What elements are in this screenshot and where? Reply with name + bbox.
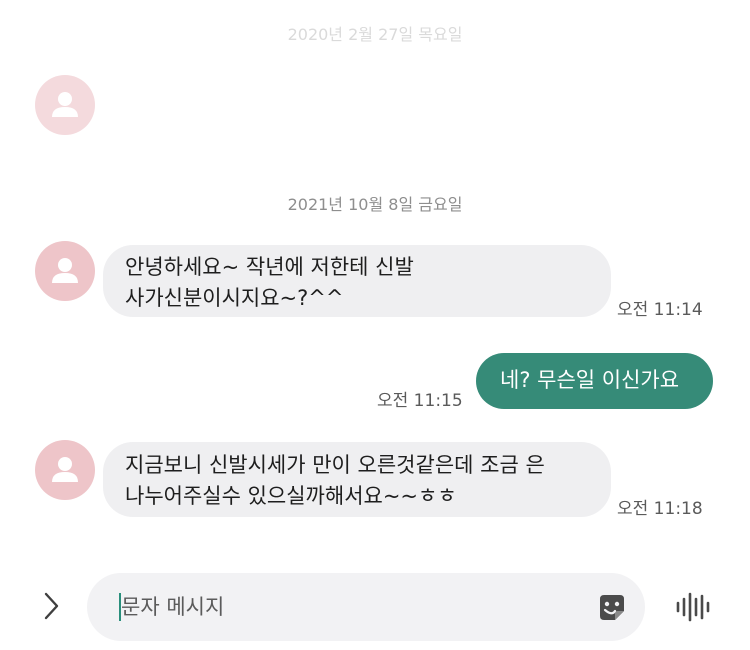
contact-avatar[interactable]	[35, 75, 95, 135]
person-icon	[52, 92, 78, 117]
message-timestamp: 오전 11:14	[617, 300, 703, 320]
contact-avatar[interactable]	[35, 440, 95, 500]
expand-button[interactable]	[36, 588, 66, 628]
message-bubble-incoming[interactable]: 지금보니 신발시세가 만이 오른것같은데 조금 은 나누어주실수 있으실까해서요…	[103, 442, 611, 517]
contact-avatar[interactable]	[35, 241, 95, 301]
person-icon	[52, 258, 78, 283]
message-text-line: 지금보니 신발시세가 만이 오른것같은데 조금 은	[125, 453, 545, 477]
sticker-button[interactable]	[595, 591, 629, 625]
message-text-line: 나누어주실수 있으실까해서요~~ㅎㅎ	[125, 484, 457, 508]
person-icon	[52, 457, 78, 482]
date-separator-2020: 2020년 2월 27일 목요일	[287, 25, 463, 44]
voice-input-button[interactable]	[674, 590, 714, 628]
chevron-right-icon	[44, 592, 59, 620]
message-bubble-outgoing[interactable]: 네? 무슨일 이신가요	[476, 353, 713, 409]
message-timestamp: 오전 11:15	[377, 391, 463, 411]
message-bubble-incoming[interactable]: 안녕하세요~ 작년에 저한테 신발 사가신분이시지요~?^^	[103, 245, 611, 317]
message-text-line: 사가신분이시지요~?^^	[125, 286, 344, 310]
date-separator-2021: 2021년 10월 8일 금요일	[287, 195, 463, 214]
message-timestamp: 오전 11:18	[617, 499, 703, 519]
message-composer	[87, 573, 645, 641]
sticker-icon	[600, 595, 624, 620]
voice-waveform-icon	[676, 592, 710, 622]
message-text-line: 네? 무슨일 이신가요	[500, 368, 680, 392]
message-input[interactable]	[121, 590, 561, 624]
message-text-line: 안녕하세요~ 작년에 저한테 신발	[125, 255, 414, 279]
